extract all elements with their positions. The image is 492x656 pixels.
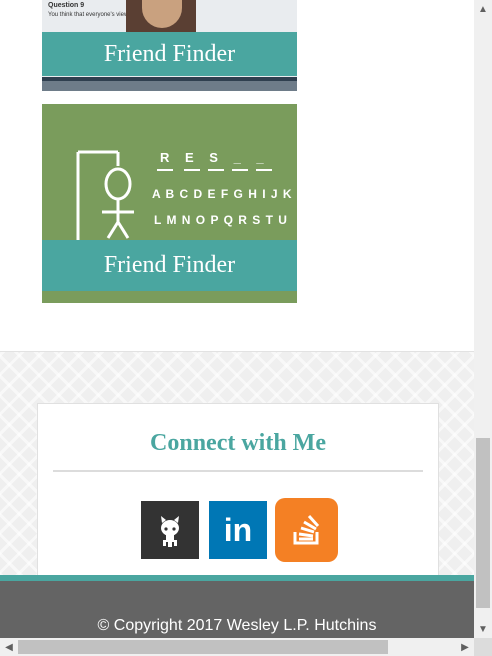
- question-title: Question 9: [48, 2, 85, 9]
- scrollbar-corner: [474, 638, 492, 656]
- copyright-text: © Copyright 2017 Wesley L.P. Hutchins: [97, 617, 377, 634]
- scroll-left-arrow-icon[interactable]: ◀: [0, 638, 18, 656]
- connect-title: Connect with Me: [150, 430, 326, 456]
- card-label[interactable]: Friend Finder: [42, 240, 297, 291]
- github-icon[interactable]: [141, 501, 199, 559]
- connect-panel: Connect with Me in: [37, 403, 439, 581]
- hangman-letters-row-1: A B C D E F G H I J K: [152, 187, 293, 201]
- linkedin-icon[interactable]: in: [209, 501, 267, 559]
- footer: © Copyright 2017 Wesley L.P. Hutchins: [0, 581, 474, 638]
- card-label[interactable]: Friend Finder: [42, 32, 297, 76]
- scroll-right-arrow-icon[interactable]: ▶: [456, 638, 474, 656]
- page-viewport: Question 9 You think that everyone's vie…: [0, 0, 474, 638]
- portfolio-card-friend-finder-2[interactable]: R E S _ _ A B C D E F G H I J K L M N O …: [42, 104, 297, 303]
- linkedin-text: in: [223, 511, 253, 548]
- portfolio-card-friend-finder-1[interactable]: Question 9 You think that everyone's vie…: [42, 0, 297, 91]
- stackoverflow-glyph: [293, 514, 319, 545]
- scroll-up-arrow-icon[interactable]: ▲: [474, 0, 492, 18]
- card-screenshot-footer-strip: [42, 81, 297, 91]
- horizontal-scroll-thumb[interactable]: [18, 640, 388, 654]
- connect-divider: [53, 470, 423, 472]
- github-octocat-glyph: [161, 516, 179, 547]
- hangman-word: R E S _ _: [160, 150, 270, 165]
- vertical-scroll-thumb[interactable]: [476, 438, 490, 608]
- hangman-letters-row-2: L M N O P Q R S T U: [154, 213, 288, 227]
- stackoverflow-icon[interactable]: [275, 498, 338, 562]
- scroll-down-arrow-icon[interactable]: ▼: [474, 620, 492, 638]
